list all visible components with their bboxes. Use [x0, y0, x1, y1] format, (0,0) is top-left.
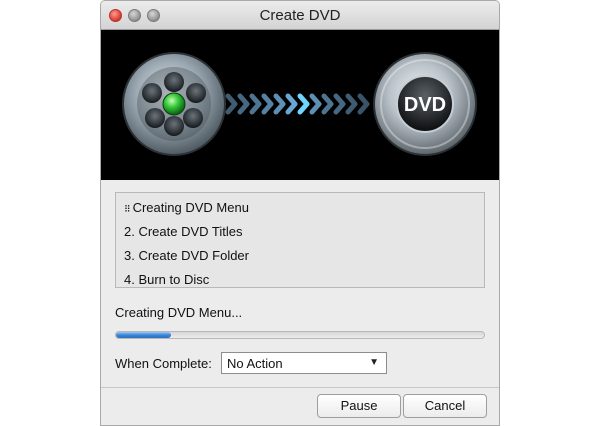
- list-item: 2. Create DVD Titles: [124, 224, 243, 239]
- dropdown-arrow-icon: ▼: [369, 357, 379, 368]
- when-complete-select[interactable]: No Action ▼: [221, 352, 387, 374]
- progress-fill: [116, 332, 172, 338]
- selected-action: No Action: [227, 356, 283, 371]
- current-step-bullet-icon: ⠿: [124, 204, 131, 214]
- conversion-banner: DVD: [101, 30, 499, 180]
- progress-bar: [115, 331, 485, 339]
- dvd-disc-icon: DVD: [373, 52, 477, 156]
- pause-button[interactable]: Pause: [317, 394, 401, 418]
- conversion-illustration: DVD: [122, 52, 477, 156]
- window-title: Create DVD: [259, 7, 341, 24]
- step-label: Creating DVD Menu: [132, 200, 249, 215]
- status-text: Creating DVD Menu...: [115, 305, 243, 320]
- list-item: 4. Burn to Disc: [124, 272, 210, 287]
- create-dvd-window: Create DVD DVD ⠿ Creating DVD Menu 2. Cr…: [100, 0, 500, 426]
- list-item: ⠿ Creating DVD Menu: [124, 200, 249, 215]
- film-reel-icon: [122, 52, 226, 156]
- divider: [101, 387, 499, 388]
- title-bar: Create DVD: [101, 1, 499, 30]
- list-item: 3. Create DVD Folder: [124, 248, 249, 263]
- steps-list: ⠿ Creating DVD Menu 2. Create DVD Titles …: [115, 192, 485, 288]
- dvd-disc-label: DVD: [404, 94, 446, 116]
- when-complete-label: When Complete:: [115, 356, 212, 371]
- chevron-arrows-icon: [225, 93, 370, 115]
- cancel-button[interactable]: Cancel: [403, 394, 487, 418]
